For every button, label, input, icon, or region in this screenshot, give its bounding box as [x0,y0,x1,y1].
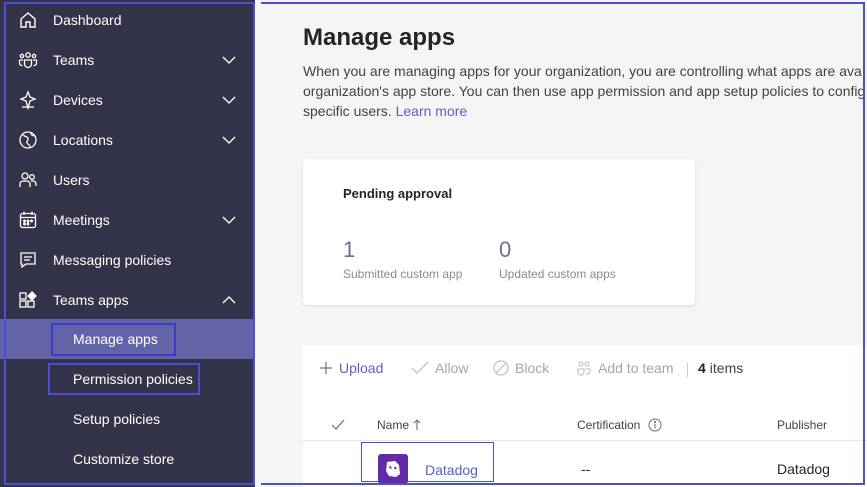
sidebar-item-users[interactable]: Users [0,160,255,200]
sort-ascending-icon [413,419,421,430]
apps-toolbar: Upload Allow Block Add to team 4 items [303,345,867,393]
sidebar-item-label: Users [53,172,90,188]
description-line: When you are managing apps for your orga… [303,63,862,79]
teams-add-icon [577,361,591,376]
sidebar: Dashboard Teams Devices Locations Users … [0,0,255,487]
sidebar-item-locations[interactable]: Locations [0,120,255,160]
sidebar-item-label: Setup policies [73,411,161,427]
table-header: Name Certification Publisher [303,407,867,441]
chevron-up-icon[interactable] [222,294,236,306]
learn-more-link[interactable]: Learn more [396,103,468,119]
items-count-suffix: items [709,360,744,376]
allow-button[interactable]: Allow [411,360,468,376]
datadog-app-icon [378,454,408,484]
submitted-custom-app-count[interactable]: 1 [343,237,355,263]
updated-custom-apps-label: Updated custom apps [499,267,616,281]
sidebar-item-label: Meetings [53,212,110,228]
upload-label: Upload [339,360,384,376]
updated-custom-apps-count[interactable]: 0 [499,237,511,263]
devices-icon [19,90,37,110]
sidebar-subitem-manage-apps[interactable]: Manage apps [0,319,255,359]
sidebar-item-label: Dashboard [53,12,122,28]
plus-icon [320,362,332,374]
pending-approval-card: Pending approval 1 Submitted custom app … [303,159,695,305]
info-icon[interactable] [648,418,662,432]
add-to-team-button[interactable]: Add to team [576,360,674,376]
chevron-down-icon[interactable] [222,54,236,66]
sidebar-item-teams-apps[interactable]: Teams apps [0,280,255,320]
submitted-custom-app-label: Submitted custom app [343,267,463,281]
apps-icon [19,291,37,308]
add-to-team-label: Add to team [598,360,674,376]
apps-table-panel: Upload Allow Block Add to team 4 items Na… [303,345,867,487]
sidebar-item-messaging-policies[interactable]: Messaging policies [0,240,255,280]
sidebar-subitem-setup-policies[interactable]: Setup policies [0,399,255,439]
allow-label: Allow [435,360,469,376]
sidebar-item-teams[interactable]: Teams [0,40,255,80]
column-header-publisher[interactable]: Publisher [777,418,827,432]
sidebar-item-meetings[interactable]: Meetings [0,200,255,240]
sidebar-item-label: Manage apps [73,331,158,347]
description-line: specific users. Learn more [303,101,863,121]
sidebar-item-label: Devices [53,92,103,108]
card-title: Pending approval [343,186,453,201]
main-content: Manage apps When you are managing apps f… [255,0,867,487]
page-title: Manage apps [303,24,456,51]
sidebar-subitem-permission-policies[interactable]: Permission policies [0,359,255,399]
certification-cell: -- [581,461,591,477]
select-all-checkmark-icon[interactable] [331,419,345,431]
app-name-link[interactable]: Datadog [425,462,478,478]
app-name-cell[interactable]: Datadog [361,442,494,484]
table-row[interactable]: Datadog -- Datadog [303,442,867,487]
chevron-down-icon[interactable] [222,214,236,226]
sidebar-item-devices[interactable]: Devices [0,80,255,120]
sidebar-item-label: Permission policies [73,371,193,387]
block-label: Block [515,360,550,376]
teams-icon [18,52,38,69]
sidebar-item-label: Teams apps [53,292,129,308]
message-icon [20,252,36,269]
chevron-down-icon[interactable] [222,94,236,106]
description-line: organization's app store. You can then u… [303,83,866,99]
toolbar-separator [687,363,688,377]
users-icon [19,172,37,187]
column-header-certification[interactable]: Certification [577,418,662,432]
items-count: 4 items [698,360,743,376]
upload-button[interactable]: Upload [319,360,383,376]
calendar-icon [19,211,37,229]
sidebar-item-dashboard[interactable]: Dashboard [0,0,255,40]
column-header-label: Certification [577,418,641,432]
block-button[interactable]: Block [493,360,549,376]
sidebar-item-label: Customize store [73,451,175,467]
column-header-label: Publisher [777,418,828,432]
globe-icon [19,131,37,149]
description-text: specific users. [303,103,392,119]
chevron-down-icon[interactable] [222,134,236,146]
column-header-name[interactable]: Name [377,418,421,432]
publisher-cell: Datadog [777,461,830,477]
block-icon [493,360,509,376]
sidebar-item-label: Locations [53,132,113,148]
items-count-number: 4 [698,360,706,376]
page-description: When you are managing apps for your orga… [303,61,866,121]
sidebar-item-label: Messaging policies [53,252,172,268]
sidebar-subitem-customize-store[interactable]: Customize store [0,439,255,479]
sidebar-item-label: Teams [53,52,95,68]
home-icon [20,12,36,28]
check-icon [411,361,429,374]
column-header-label: Name [377,418,410,432]
